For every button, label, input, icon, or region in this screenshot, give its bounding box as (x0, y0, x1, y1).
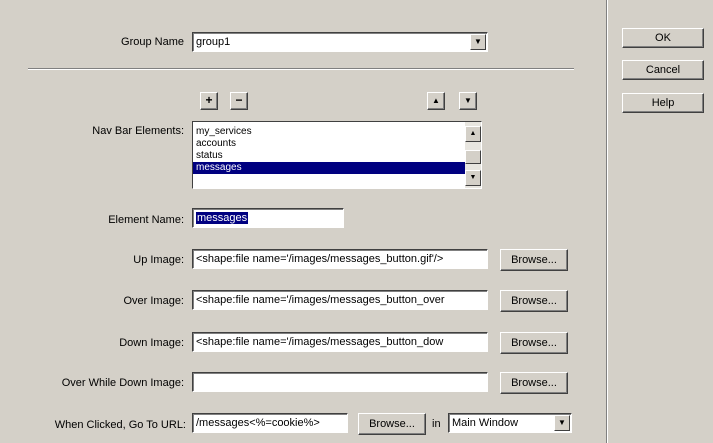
list-item-selected[interactable]: messages (193, 162, 465, 174)
down-image-label: Down Image: (119, 337, 184, 349)
remove-element-button[interactable]: − (230, 92, 248, 110)
move-down-button[interactable]: ▼ (459, 92, 477, 110)
over-while-down-label: Over While Down Image: (61, 377, 184, 389)
down-image-browse-button[interactable]: Browse... (500, 332, 568, 354)
group-name-dropdown-arrow-icon[interactable]: ▼ (470, 34, 486, 50)
when-clicked-url-input[interactable]: /messages<%=cookie%> (192, 413, 348, 433)
target-dropdown-arrow-icon[interactable]: ▼ (554, 415, 570, 431)
over-image-input[interactable]: <shape:file name='/images/messages_butto… (192, 290, 488, 310)
top-separator (28, 68, 574, 70)
ok-button[interactable]: OK (622, 28, 704, 48)
target-window-select[interactable]: Main Window ▼ (448, 413, 572, 433)
over-while-down-browse-button[interactable]: Browse... (500, 372, 568, 394)
up-image-browse-button[interactable]: Browse... (500, 249, 568, 271)
down-image-input[interactable]: <shape:file name='/images/messages_butto… (192, 332, 488, 352)
list-item[interactable]: status (193, 150, 481, 162)
over-while-down-input[interactable] (192, 372, 488, 392)
move-up-button[interactable]: ▲ (427, 92, 445, 110)
move-up-icon: ▲ (432, 96, 440, 105)
in-label: in (432, 418, 441, 430)
nav-bar-elements-label: Nav Bar Elements: (92, 125, 184, 137)
cancel-button[interactable]: Cancel (622, 60, 704, 80)
element-name-input[interactable]: messages (192, 208, 344, 228)
vertical-separator (606, 0, 608, 443)
when-clicked-browse-button[interactable]: Browse... (358, 413, 426, 435)
when-clicked-label: When Clicked, Go To URL: (54, 419, 186, 431)
nav-bar-elements-list[interactable]: my_services accounts status messages ▲ ▼ (192, 121, 482, 189)
move-down-icon: ▼ (464, 96, 472, 105)
element-name-label: Element Name: (108, 214, 184, 226)
target-window-value: Main Window (452, 417, 519, 429)
list-scrollbar[interactable]: ▲ ▼ (465, 122, 481, 188)
add-element-button[interactable]: + (200, 92, 218, 110)
scroll-down-icon[interactable]: ▼ (465, 170, 481, 186)
element-name-value: messages (196, 212, 249, 224)
group-name-select[interactable]: group1 ▼ (192, 32, 488, 52)
list-item[interactable]: my_services (193, 126, 481, 138)
nav-bar-dialog: Group Name group1 ▼ OK Cancel Help + − ▲… (0, 0, 713, 443)
up-image-input[interactable]: <shape:file name='/images/messages_butto… (192, 249, 488, 269)
over-image-label: Over Image: (123, 295, 184, 307)
group-name-label: Group Name (121, 36, 184, 48)
up-image-label: Up Image: (133, 254, 184, 266)
scroll-up-icon[interactable]: ▲ (465, 126, 481, 142)
scroll-thumb[interactable] (465, 150, 481, 164)
group-name-value: group1 (196, 36, 231, 48)
list-item[interactable]: accounts (193, 138, 481, 150)
over-image-browse-button[interactable]: Browse... (500, 290, 568, 312)
help-button[interactable]: Help (622, 93, 704, 113)
